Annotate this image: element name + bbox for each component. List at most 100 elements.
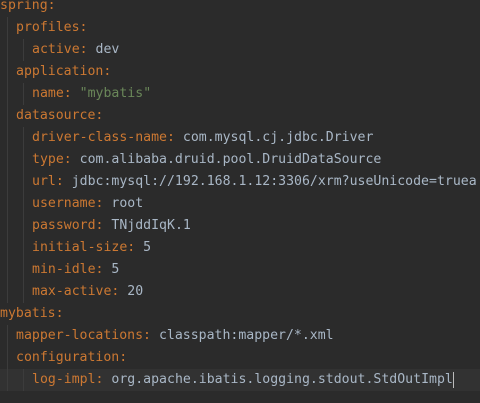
key-separator: :	[79, 20, 88, 35]
code-line[interactable]: spring:	[0, 0, 480, 17]
yaml-key: application	[16, 64, 104, 79]
key-separator: :	[47, 0, 56, 13]
indent-guide	[23, 149, 24, 171]
line-text: url: jdbc:mysql://192.168.1.12:3306/xrm?…	[32, 171, 477, 193]
code-line[interactable]: min-idle: 5	[0, 259, 480, 281]
indent-guide	[23, 83, 24, 105]
key-separator: :	[63, 86, 72, 101]
yaml-key: driver-class-name	[32, 130, 167, 145]
indent-guide	[7, 61, 8, 83]
key-separator: :	[166, 130, 175, 145]
indent-guide	[7, 149, 8, 171]
yaml-key: password	[32, 218, 96, 233]
line-text: password: TNjddIqK.1	[32, 215, 191, 237]
indent-guide	[7, 347, 8, 369]
code-line[interactable]: url: jdbc:mysql://192.168.1.12:3306/xrm?…	[0, 171, 480, 193]
yaml-value: root	[103, 196, 144, 211]
line-text: mapper-locations: classpath:mapper/*.xml	[16, 325, 334, 347]
indent-guide	[7, 281, 8, 303]
code-line[interactable]: configuration:	[0, 347, 480, 369]
yaml-key: initial-size	[32, 240, 128, 255]
line-text: initial-size: 5	[32, 237, 151, 259]
line-text: min-idle: 5	[32, 259, 119, 281]
text-caret	[452, 372, 455, 388]
indent-guide	[7, 127, 8, 149]
code-line[interactable]: username: root	[0, 193, 480, 215]
yaml-key: url	[32, 174, 56, 189]
yaml-key: configuration	[16, 350, 120, 365]
code-line[interactable]: type: com.alibaba.druid.pool.DruidDataSo…	[0, 149, 480, 171]
indent-guide	[7, 17, 8, 39]
key-separator: :	[63, 152, 72, 167]
indent-guide	[7, 325, 8, 347]
yaml-value	[72, 86, 80, 101]
key-separator: :	[103, 64, 112, 79]
yaml-key: username	[32, 196, 96, 211]
code-line[interactable]: application:	[0, 61, 480, 83]
indent-guide	[7, 369, 8, 391]
key-separator: :	[55, 174, 64, 189]
indent-guide	[23, 127, 24, 149]
yaml-code-editor[interactable]: spring: profiles: active: dev application: n…	[0, 0, 480, 403]
indent-guide	[23, 39, 24, 61]
line-text: log-impl: org.apache.ibatis.logging.stdo…	[32, 369, 455, 391]
yaml-key: name	[32, 86, 64, 101]
code-line[interactable]: mybatis:	[0, 303, 480, 325]
code-line[interactable]: driver-class-name: com.mysql.cj.jdbc.Dri…	[0, 127, 480, 149]
line-text: configuration:	[16, 347, 127, 369]
yaml-key: min-idle	[32, 262, 96, 277]
yaml-key: type	[32, 152, 64, 167]
key-separator: :	[143, 328, 151, 343]
yaml-value: com.alibaba.druid.pool.DruidDataSource	[71, 152, 382, 167]
indent-guide	[23, 369, 24, 391]
indent-guide	[23, 215, 24, 237]
key-separator: :	[55, 306, 64, 321]
yaml-key: datasource	[16, 108, 96, 123]
yaml-value: classpath:mapper/*.xml	[151, 328, 334, 343]
line-text: datasource:	[16, 105, 103, 127]
indent-guide	[7, 237, 8, 259]
yaml-key: mapper-locations	[16, 328, 144, 343]
line-text: username: root	[32, 193, 143, 215]
yaml-key: max-active	[32, 284, 112, 299]
code-line[interactable]: name: "mybatis"	[0, 83, 480, 105]
line-text: spring:	[0, 0, 56, 17]
yaml-key: active	[32, 42, 80, 57]
indent-guide	[23, 193, 24, 215]
indent-guide	[7, 193, 8, 215]
key-separator: :	[119, 350, 128, 365]
key-separator: :	[95, 108, 104, 123]
yaml-key: spring	[0, 0, 48, 13]
key-separator: :	[79, 42, 88, 57]
code-line[interactable]: max-active: 20	[0, 281, 480, 303]
code-line[interactable]: active: dev	[0, 39, 480, 61]
line-text: type: com.alibaba.druid.pool.DruidDataSo…	[32, 149, 381, 171]
yaml-value: TNjddIqK.1	[103, 218, 191, 233]
indent-guide	[7, 215, 8, 237]
line-text: profiles:	[16, 17, 87, 39]
indent-guide	[23, 171, 24, 193]
yaml-value: dev	[87, 42, 120, 57]
line-text: name: "mybatis"	[32, 83, 151, 105]
code-line[interactable]: log-impl: org.apache.ibatis.logging.stdo…	[0, 369, 480, 391]
code-line[interactable]: datasource:	[0, 105, 480, 127]
yaml-value: 5	[135, 240, 152, 255]
indent-guide	[7, 171, 8, 193]
code-line[interactable]: initial-size: 5	[0, 237, 480, 259]
indent-guide	[7, 105, 8, 127]
yaml-value: 5	[103, 262, 120, 277]
indent-guide	[7, 39, 8, 61]
indent-guide	[23, 259, 24, 281]
code-line[interactable]: mapper-locations: classpath:mapper/*.xml	[0, 325, 480, 347]
indent-guide	[23, 237, 24, 259]
yaml-key: log-impl	[32, 372, 96, 387]
yaml-string-value: "mybatis"	[79, 86, 152, 101]
line-text: application:	[16, 61, 111, 83]
code-line[interactable]: profiles:	[0, 17, 480, 39]
line-text: max-active: 20	[32, 281, 143, 303]
code-line[interactable]: password: TNjddIqK.1	[0, 215, 480, 237]
line-text: mybatis:	[0, 303, 64, 325]
yaml-value: 20	[119, 284, 144, 299]
indent-guide	[7, 83, 8, 105]
yaml-value: org.apache.ibatis.logging.stdout.StdOutI…	[103, 372, 453, 387]
